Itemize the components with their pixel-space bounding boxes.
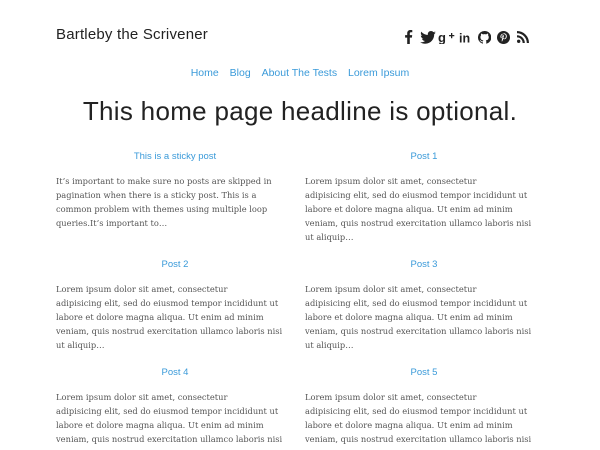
nav-item-about-the-tests[interactable]: About The Tests [262, 67, 338, 79]
post-card: Post 1 Lorem ipsum dolor sit amet, conse… [305, 151, 543, 244]
site-title[interactable]: Bartleby the Scrivener [56, 26, 208, 43]
post-title-link[interactable]: This is a sticky post [56, 151, 294, 162]
social-links: g in [399, 29, 532, 45]
rss-icon[interactable] [513, 29, 532, 45]
nav-item-home[interactable]: Home [191, 67, 219, 79]
site-header: Bartleby the Scrivener g in [0, 0, 600, 60]
post-excerpt: Lorem ipsum dolor sit amet, consectetur … [305, 284, 532, 350]
post-title-link[interactable]: Post 2 [56, 259, 294, 270]
post-title-link[interactable]: Post 1 [305, 151, 543, 162]
post-card: Post 2 Lorem ipsum dolor sit amet, conse… [56, 259, 294, 352]
main-nav: Home Blog About The Tests Lorem Ipsum [0, 67, 600, 79]
pinterest-icon[interactable] [494, 29, 513, 45]
google-plus-icon[interactable]: g [437, 29, 456, 45]
svg-text:in: in [459, 31, 470, 44]
nav-item-blog[interactable]: Blog [230, 67, 251, 79]
facebook-icon[interactable] [399, 29, 418, 45]
post-card: Post 4 Lorem ipsum dolor sit amet, conse… [56, 367, 294, 446]
post-title-link[interactable]: Post 3 [305, 259, 543, 270]
github-icon[interactable] [475, 29, 494, 45]
page-headline: This home page headline is optional. [82, 96, 518, 126]
post-excerpt: Lorem ipsum dolor sit amet, consectetur … [56, 392, 283, 444]
post-title-link[interactable]: Post 5 [305, 367, 543, 378]
post-excerpt: It’s important to make sure no posts are… [56, 176, 272, 228]
post-card: Post 3 Lorem ipsum dolor sit amet, conse… [305, 259, 543, 352]
nav-item-lorem-ipsum[interactable]: Lorem Ipsum [348, 67, 409, 79]
twitter-icon[interactable] [418, 29, 437, 45]
svg-text:g: g [438, 30, 446, 44]
linkedin-icon[interactable]: in [456, 29, 475, 45]
post-card: Post 5 Lorem ipsum dolor sit amet, conse… [305, 367, 543, 446]
post-excerpt: Lorem ipsum dolor sit amet, consectetur … [56, 284, 283, 350]
post-card: This is a sticky post It’s important to … [56, 151, 294, 230]
post-excerpt: Lorem ipsum dolor sit amet, consectetur … [305, 392, 532, 444]
post-excerpt: Lorem ipsum dolor sit amet, consectetur … [305, 176, 532, 242]
post-title-link[interactable]: Post 4 [56, 367, 294, 378]
